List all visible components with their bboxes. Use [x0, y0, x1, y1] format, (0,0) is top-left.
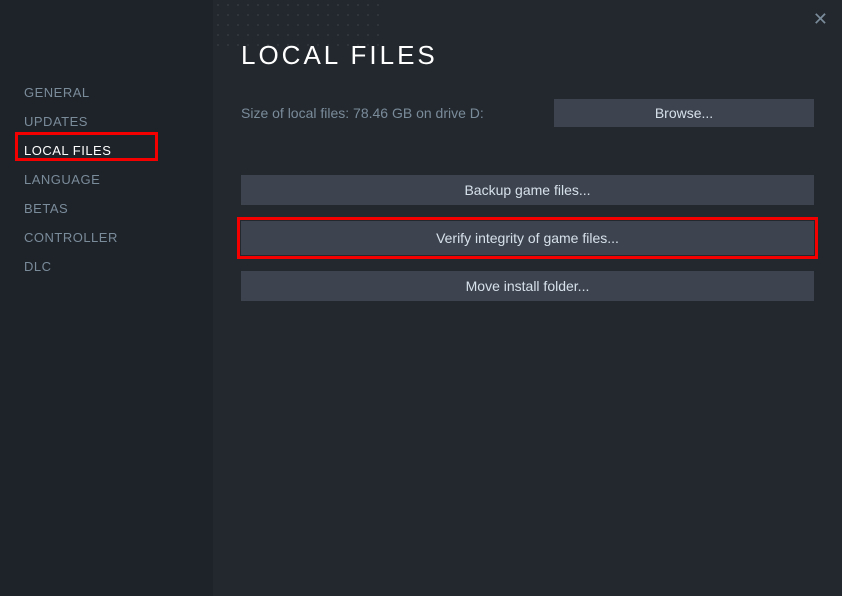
verify-wrapper: Verify integrity of game files... — [241, 221, 814, 255]
sidebar: GENERAL UPDATES LOCAL FILES LANGUAGE BET… — [0, 0, 213, 596]
verify-button[interactable]: Verify integrity of game files... — [241, 221, 814, 255]
sidebar-item-local-files[interactable]: LOCAL FILES — [0, 136, 213, 165]
sidebar-item-dlc[interactable]: DLC — [0, 252, 213, 281]
backup-button[interactable]: Backup game files... — [241, 175, 814, 205]
close-button[interactable]: ✕ — [813, 10, 828, 28]
size-info-text: Size of local files: 78.46 GB on drive D… — [241, 105, 484, 121]
sidebar-item-general[interactable]: GENERAL — [0, 78, 213, 107]
move-button[interactable]: Move install folder... — [241, 271, 814, 301]
close-icon: ✕ — [813, 9, 828, 29]
sidebar-item-controller[interactable]: CONTROLLER — [0, 223, 213, 252]
info-row: Size of local files: 78.46 GB on drive D… — [241, 99, 814, 127]
browse-button[interactable]: Browse... — [554, 99, 814, 127]
sidebar-item-updates[interactable]: UPDATES — [0, 107, 213, 136]
main-panel: ✕ LOCAL FILES Size of local files: 78.46… — [213, 0, 842, 596]
sidebar-item-betas[interactable]: BETAS — [0, 194, 213, 223]
page-title: LOCAL FILES — [241, 40, 814, 71]
sidebar-item-language[interactable]: LANGUAGE — [0, 165, 213, 194]
